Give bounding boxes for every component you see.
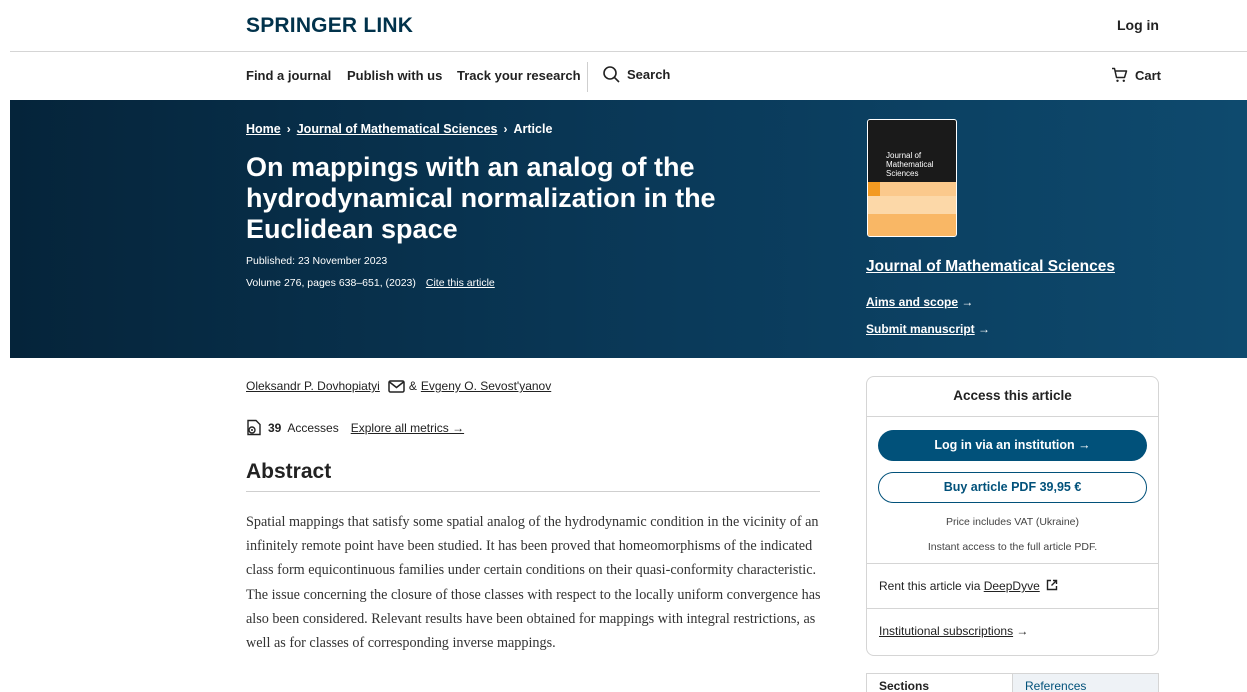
- email-icon[interactable]: [388, 379, 405, 393]
- accesses-label: Accesses: [287, 420, 339, 435]
- abstract-text: Spatial mappings that satisfy some spati…: [246, 514, 821, 652]
- breadcrumb-current: Article: [513, 122, 553, 136]
- cover-title: Journal of Mathematical Sciences: [886, 151, 934, 178]
- submit-manuscript-link[interactable]: Submit manuscript →: [866, 322, 990, 336]
- cart-icon: [1112, 67, 1128, 82]
- volume-text: Volume 276, pages 638–651, (2023): [246, 277, 416, 289]
- abstract-heading: Abstract: [246, 460, 332, 483]
- nav-divider: [587, 62, 588, 92]
- accesses-count: 39: [268, 420, 282, 435]
- journal-name-link[interactable]: Journal of Mathematical Sciences: [866, 258, 1115, 276]
- document-view-icon: [247, 419, 261, 436]
- access-heading: Access this article: [867, 377, 1158, 417]
- top-bar: SPRINGER LINK Log in: [10, 0, 1247, 52]
- breadcrumb: Home › Journal of Mathematical Sciences …: [246, 122, 552, 136]
- author-list: Oleksandr P. Dovhopiatyi & Evgeny O. Sev…: [246, 379, 551, 393]
- author-link[interactable]: Oleksandr P. Dovhopiatyi: [246, 379, 380, 393]
- article-metrics: 39 Accesses Explore all metrics →: [246, 419, 464, 436]
- main-nav: Find a journal Publish with us Track you…: [0, 52, 1247, 100]
- access-panel: Access this article Log in via an instit…: [866, 376, 1159, 656]
- divider: [246, 491, 820, 492]
- breadcrumb-home[interactable]: Home: [246, 122, 281, 136]
- buy-pdf-button[interactable]: Buy article PDF 39,95 €: [878, 472, 1147, 503]
- login-link[interactable]: Log in: [1117, 17, 1159, 33]
- explore-metrics-link[interactable]: Explore all metrics →: [351, 421, 464, 435]
- instant-access-note: Instant access to the full article PDF.: [927, 541, 1098, 553]
- article-title: On mappings with an analog of the hydrod…: [246, 152, 716, 244]
- cite-article-link[interactable]: Cite this article: [426, 277, 495, 289]
- arrow-right-icon: →: [978, 322, 991, 336]
- author-link[interactable]: Evgeny O. Sevost'yanov: [421, 379, 551, 393]
- cart-button[interactable]: Cart: [1111, 67, 1161, 83]
- aims-scope-link[interactable]: Aims and scope →: [866, 295, 973, 309]
- search-icon: [603, 66, 620, 83]
- arrow-right-icon: →: [1016, 624, 1029, 638]
- login-institution-button[interactable]: Log in via an institution →: [878, 430, 1147, 461]
- vat-note: Price includes VAT (Ukraine): [945, 516, 1080, 528]
- search-label: Search: [627, 67, 671, 82]
- volume-info: Volume 276, pages 638–651, (2023) Cite t…: [246, 277, 495, 289]
- breadcrumb-journal[interactable]: Journal of Mathematical Sciences: [297, 122, 498, 136]
- published-date: Published: 23 November 2023: [246, 255, 388, 267]
- nav-find-journal[interactable]: Find a journal: [246, 68, 331, 83]
- breadcrumb-separator: ›: [503, 122, 508, 136]
- article-hero: Home › Journal of Mathematical Sciences …: [10, 100, 1247, 358]
- rent-row: Rent this article via DeepDyve: [867, 563, 1158, 609]
- institutional-subscriptions-link[interactable]: Institutional subscriptions →: [879, 624, 1028, 638]
- author-separator: &: [408, 379, 417, 393]
- journal-cover[interactable]: Journal of Mathematical Sciences: [867, 119, 957, 237]
- nav-track-research[interactable]: Track your research: [457, 68, 581, 83]
- sidebar-tabs: Sections References: [866, 673, 1159, 692]
- nav-publish-with-us[interactable]: Publish with us: [347, 68, 442, 83]
- external-link-icon: [1046, 579, 1058, 591]
- cart-label: Cart: [1135, 67, 1162, 83]
- breadcrumb-separator: ›: [286, 122, 291, 136]
- arrow-right-icon: →: [961, 295, 974, 309]
- search-button[interactable]: Search: [603, 66, 670, 83]
- tab-references[interactable]: References: [1012, 674, 1158, 692]
- tab-sections[interactable]: Sections: [867, 674, 1012, 692]
- springer-link-logo[interactable]: SPRINGER LINK: [246, 14, 413, 38]
- deepdyve-link[interactable]: DeepDyve: [984, 579, 1040, 593]
- rent-prefix: Rent this article via: [879, 579, 984, 593]
